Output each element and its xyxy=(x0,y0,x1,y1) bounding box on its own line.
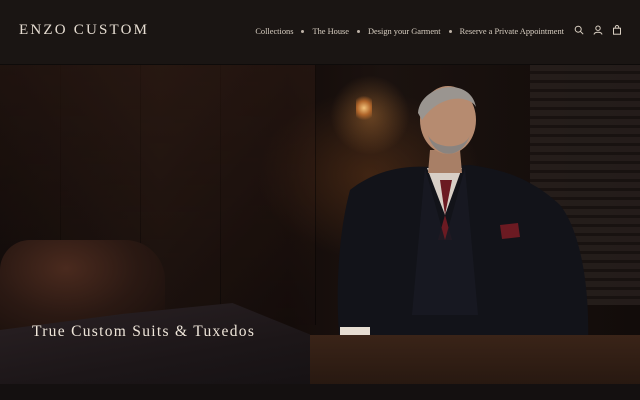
nav-separator xyxy=(301,30,305,33)
hero-headline: True Custom Suits & Tuxedos xyxy=(32,323,256,340)
nav-separator xyxy=(448,30,452,33)
nav-separator xyxy=(356,30,360,33)
page-bottom-strip xyxy=(0,384,640,400)
main-nav: Collections The House Design your Garmen… xyxy=(255,27,564,36)
nav-the-house[interactable]: The House xyxy=(312,27,349,36)
hero-banner: True Custom Suits & Tuxedos xyxy=(0,65,640,384)
header-icons xyxy=(574,25,622,35)
nav-design-your-garment[interactable]: Design your Garment xyxy=(368,27,441,36)
search-icon[interactable] xyxy=(574,25,584,35)
nav-reserve-appointment[interactable]: Reserve a Private Appointment xyxy=(460,27,564,36)
brand-logo[interactable]: ENZO CUSTOM xyxy=(19,22,149,39)
account-icon[interactable] xyxy=(593,25,603,35)
nav-collections[interactable]: Collections xyxy=(255,27,293,36)
site-header: ENZO CUSTOM Collections The House Design… xyxy=(0,0,640,65)
cart-icon[interactable] xyxy=(612,25,622,35)
